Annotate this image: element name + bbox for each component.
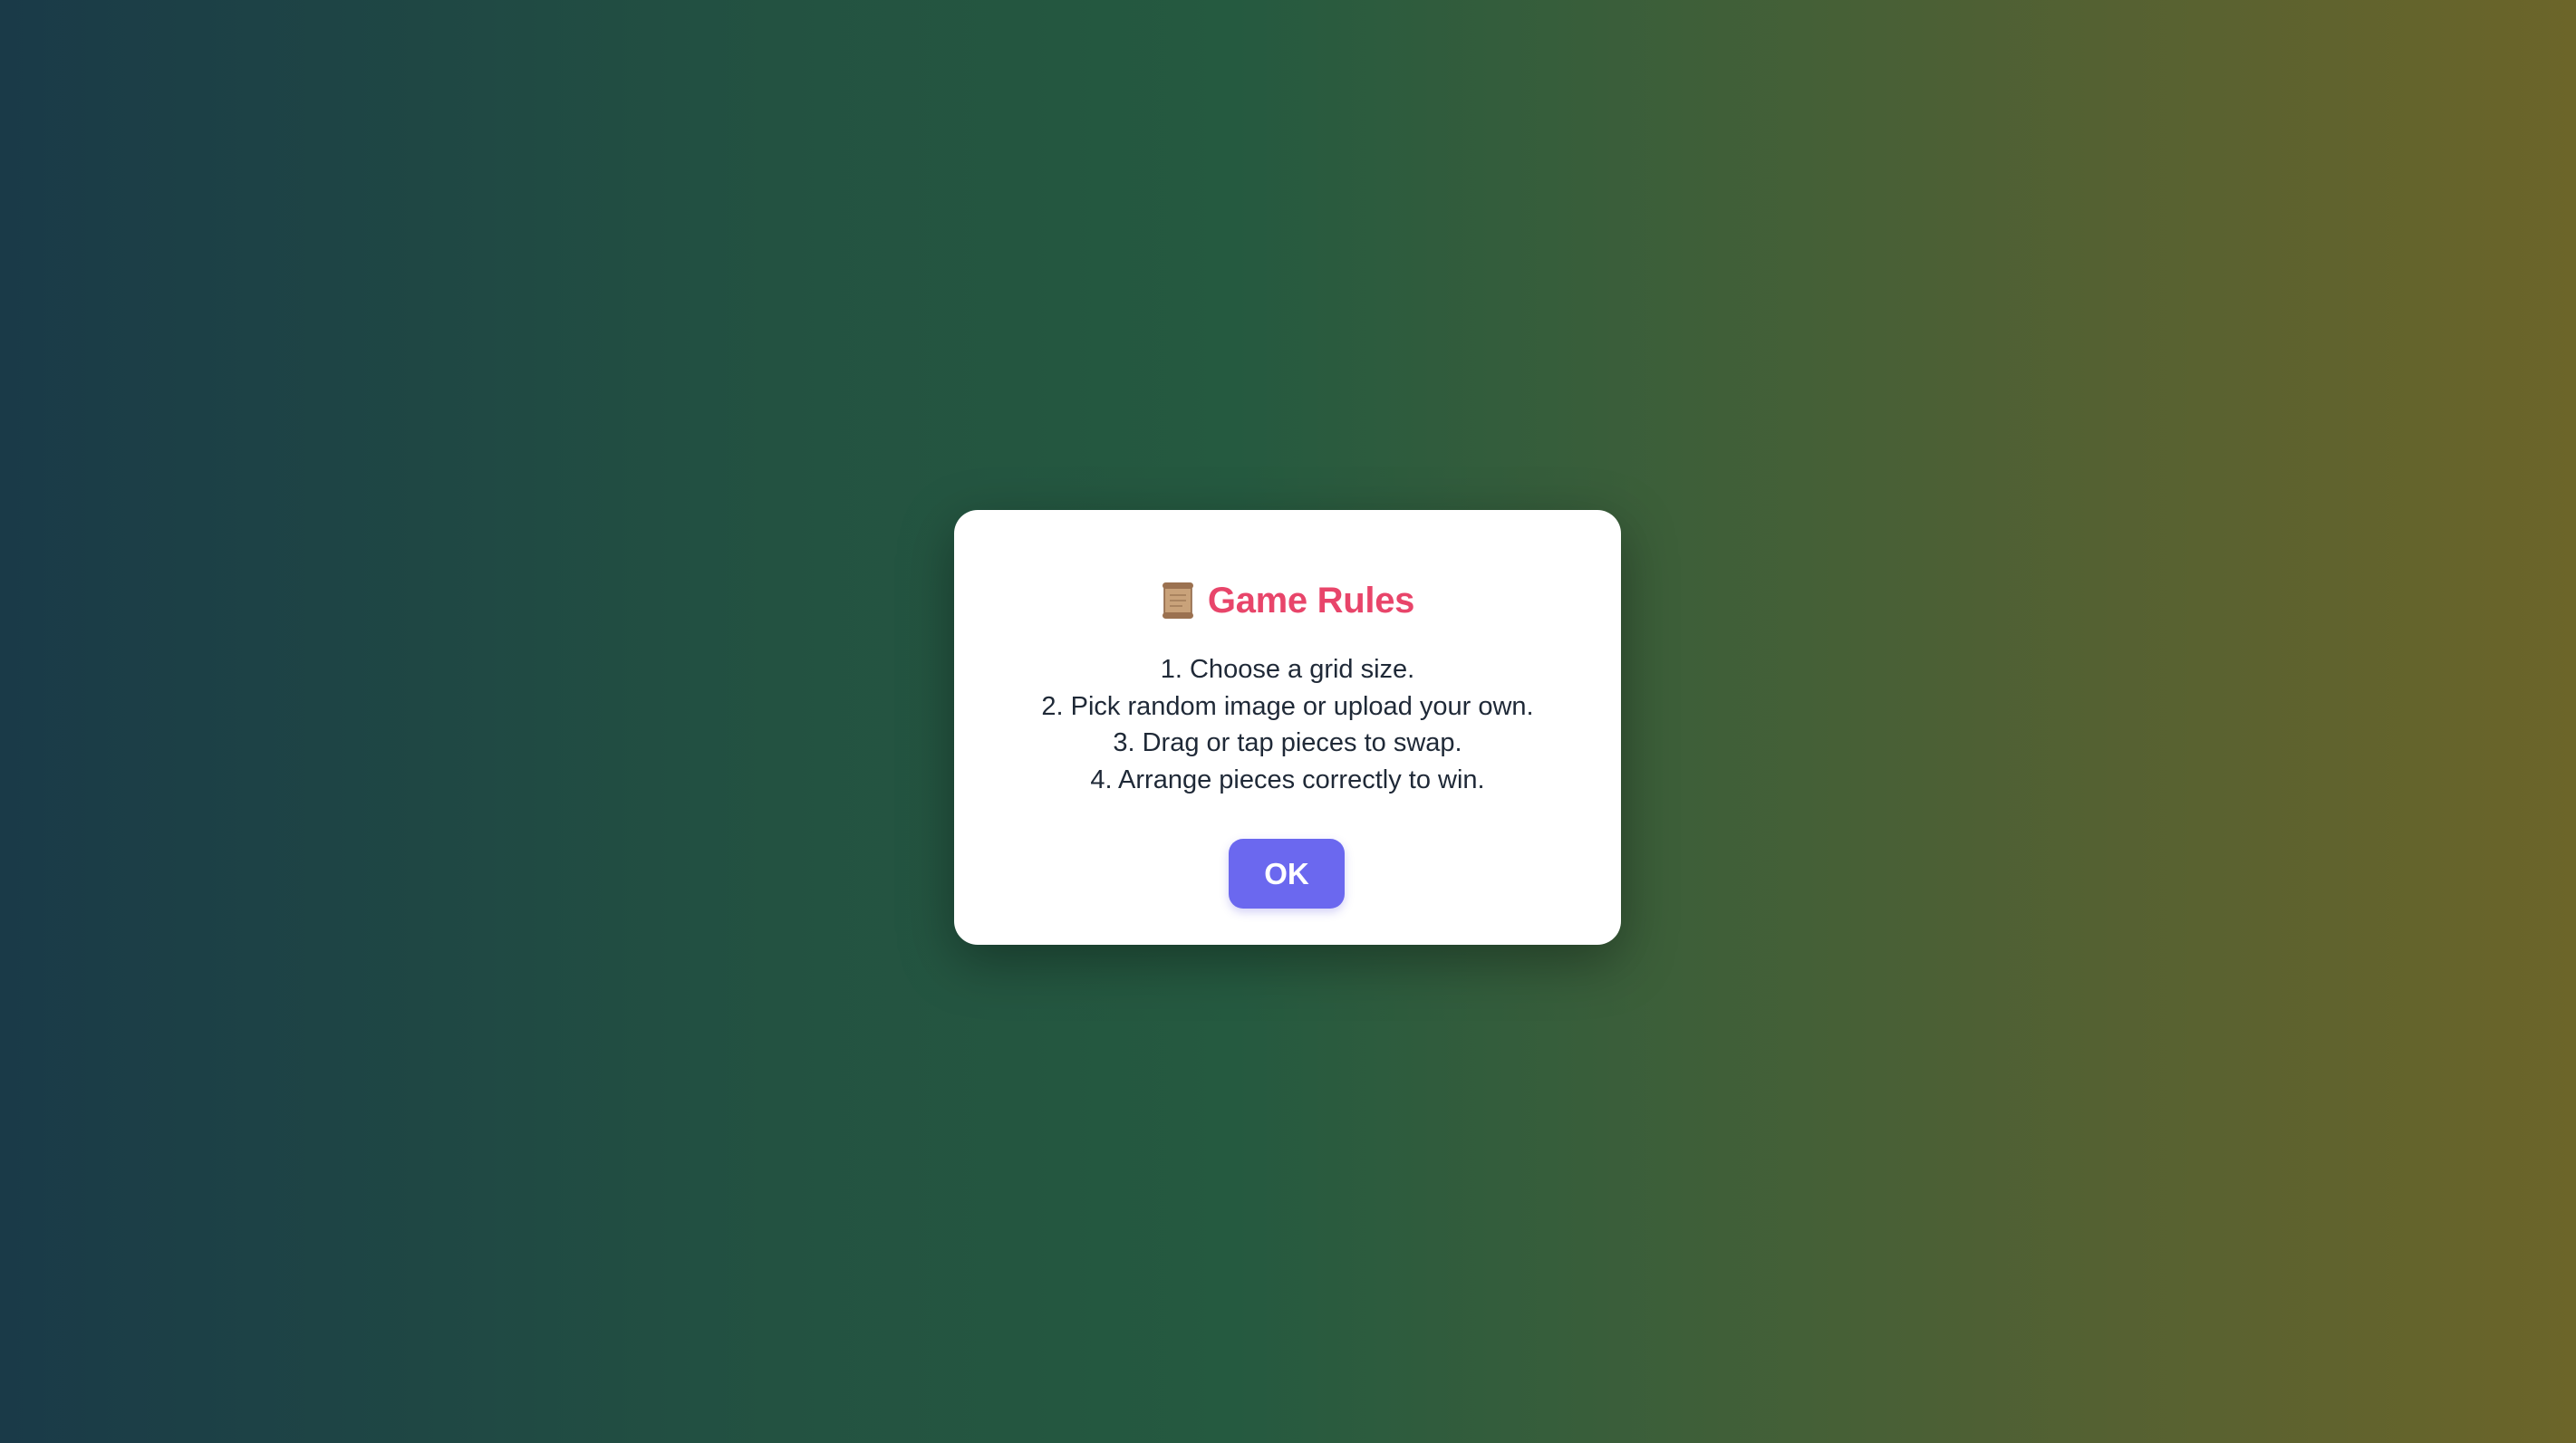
rules-dialog: Game Rules 1. Choose a grid size. 2. Pic…: [954, 510, 1621, 945]
rules-list: 1. Choose a grid size. 2. Pick random im…: [954, 651, 1621, 798]
dialog-header: Game Rules: [954, 575, 1621, 626]
scroll-icon: [1161, 581, 1195, 620]
rule-item: 2. Pick random image or upload your own.: [1041, 691, 1534, 721]
rule-item: 3. Drag or tap pieces to swap.: [1113, 728, 1462, 757]
rule-item: 1. Choose a grid size.: [1160, 655, 1415, 684]
ok-button[interactable]: OK: [1229, 839, 1345, 909]
rule-item: 4. Arrange pieces correctly to win.: [1090, 765, 1485, 794]
dialog-title: Game Rules: [1207, 580, 1415, 620]
